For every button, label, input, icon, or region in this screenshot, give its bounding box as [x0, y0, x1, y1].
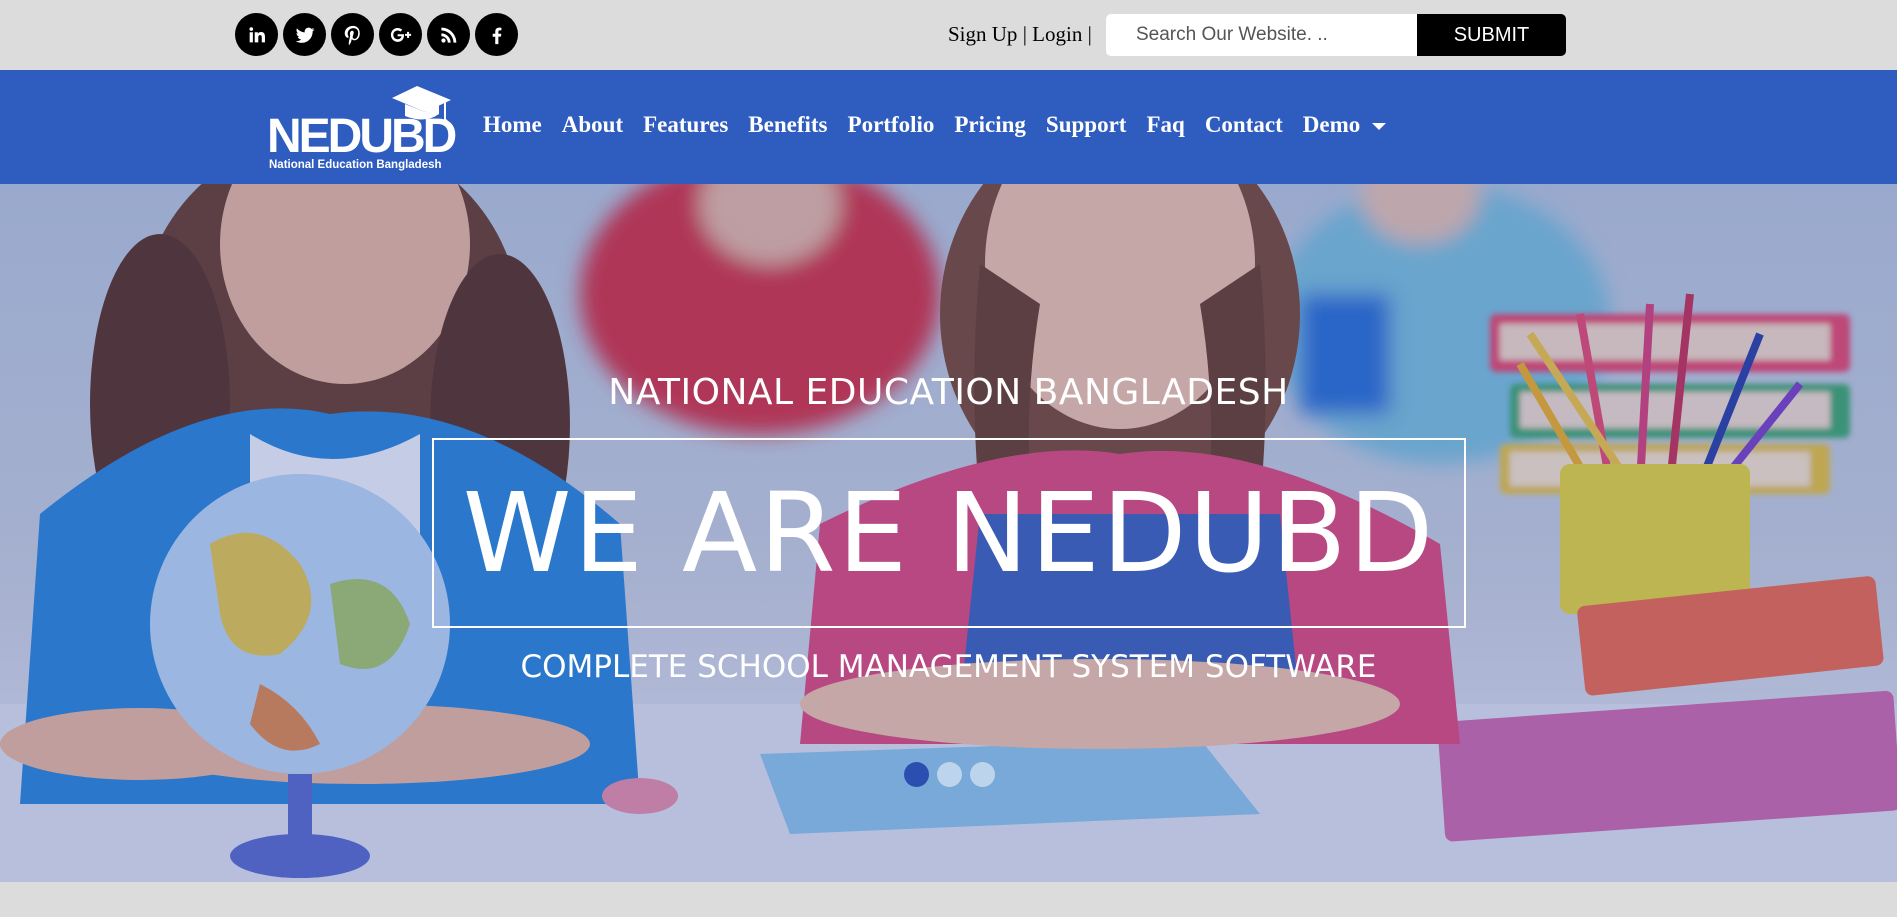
twitter-icon[interactable] [283, 13, 326, 56]
nav-faq[interactable]: Faq [1146, 112, 1184, 138]
nav-home[interactable]: Home [483, 112, 542, 138]
linkedin-icon[interactable] [235, 13, 278, 56]
nav-demo-dropdown[interactable]: Demo [1302, 112, 1387, 138]
nav-portfolio[interactable]: Portfolio [848, 112, 935, 138]
facebook-icon[interactable] [475, 13, 518, 56]
signup-link[interactable]: Sign Up [948, 22, 1017, 46]
google-plus-icon[interactable] [379, 13, 422, 56]
rss-icon[interactable] [427, 13, 470, 56]
nav-demo-label: Demo [1302, 112, 1361, 137]
caret-down-icon [1372, 122, 1387, 130]
hero-slider: NATIONAL EDUCATION BANGLADESH WE ARE NED… [0, 184, 1897, 882]
nav-contact[interactable]: Contact [1205, 112, 1283, 138]
nav-menu: Home About Features Benefits Portfolio P… [483, 112, 1406, 138]
nav-about[interactable]: About [562, 112, 623, 138]
top-bar: Sign Up | Login | SUBMIT [0, 0, 1897, 70]
social-links [235, 13, 518, 56]
logo-wordmark: NEDUBD [267, 110, 456, 163]
hero-headline-frame: WE ARE NEDUBD [432, 438, 1466, 628]
logo-caption: National Education Bangladesh [269, 159, 442, 171]
slider-dot-2[interactable] [937, 762, 962, 787]
slider-indicators [904, 762, 995, 787]
auth-separator-trailing: | [1087, 22, 1092, 46]
pinterest-icon[interactable] [331, 13, 374, 56]
auth-links: Sign Up | Login | [948, 22, 1092, 47]
slider-dot-1[interactable] [904, 762, 929, 787]
nav-pricing[interactable]: Pricing [954, 112, 1026, 138]
page-bottom-strip [0, 882, 1897, 917]
login-link[interactable]: Login [1032, 22, 1082, 46]
hero-headline: WE ARE NEDUBD [462, 469, 1436, 597]
nedubd-logo[interactable]: NEDUBD National Education Bangladesh [267, 84, 457, 174]
search-input[interactable] [1106, 14, 1418, 56]
nav-features[interactable]: Features [643, 112, 728, 138]
auth-separator: | [1022, 22, 1027, 46]
nav-support[interactable]: Support [1046, 112, 1127, 138]
main-navbar: NEDUBD National Education Bangladesh Hom… [0, 70, 1897, 184]
nav-benefits[interactable]: Benefits [748, 112, 827, 138]
submit-button[interactable]: SUBMIT [1417, 14, 1566, 56]
hero-tagline: COMPLETE SCHOOL MANAGEMENT SYSTEM SOFTWA… [520, 649, 1377, 685]
slider-dot-3[interactable] [970, 762, 995, 787]
hero-subtitle: NATIONAL EDUCATION BANGLADESH [608, 372, 1289, 413]
